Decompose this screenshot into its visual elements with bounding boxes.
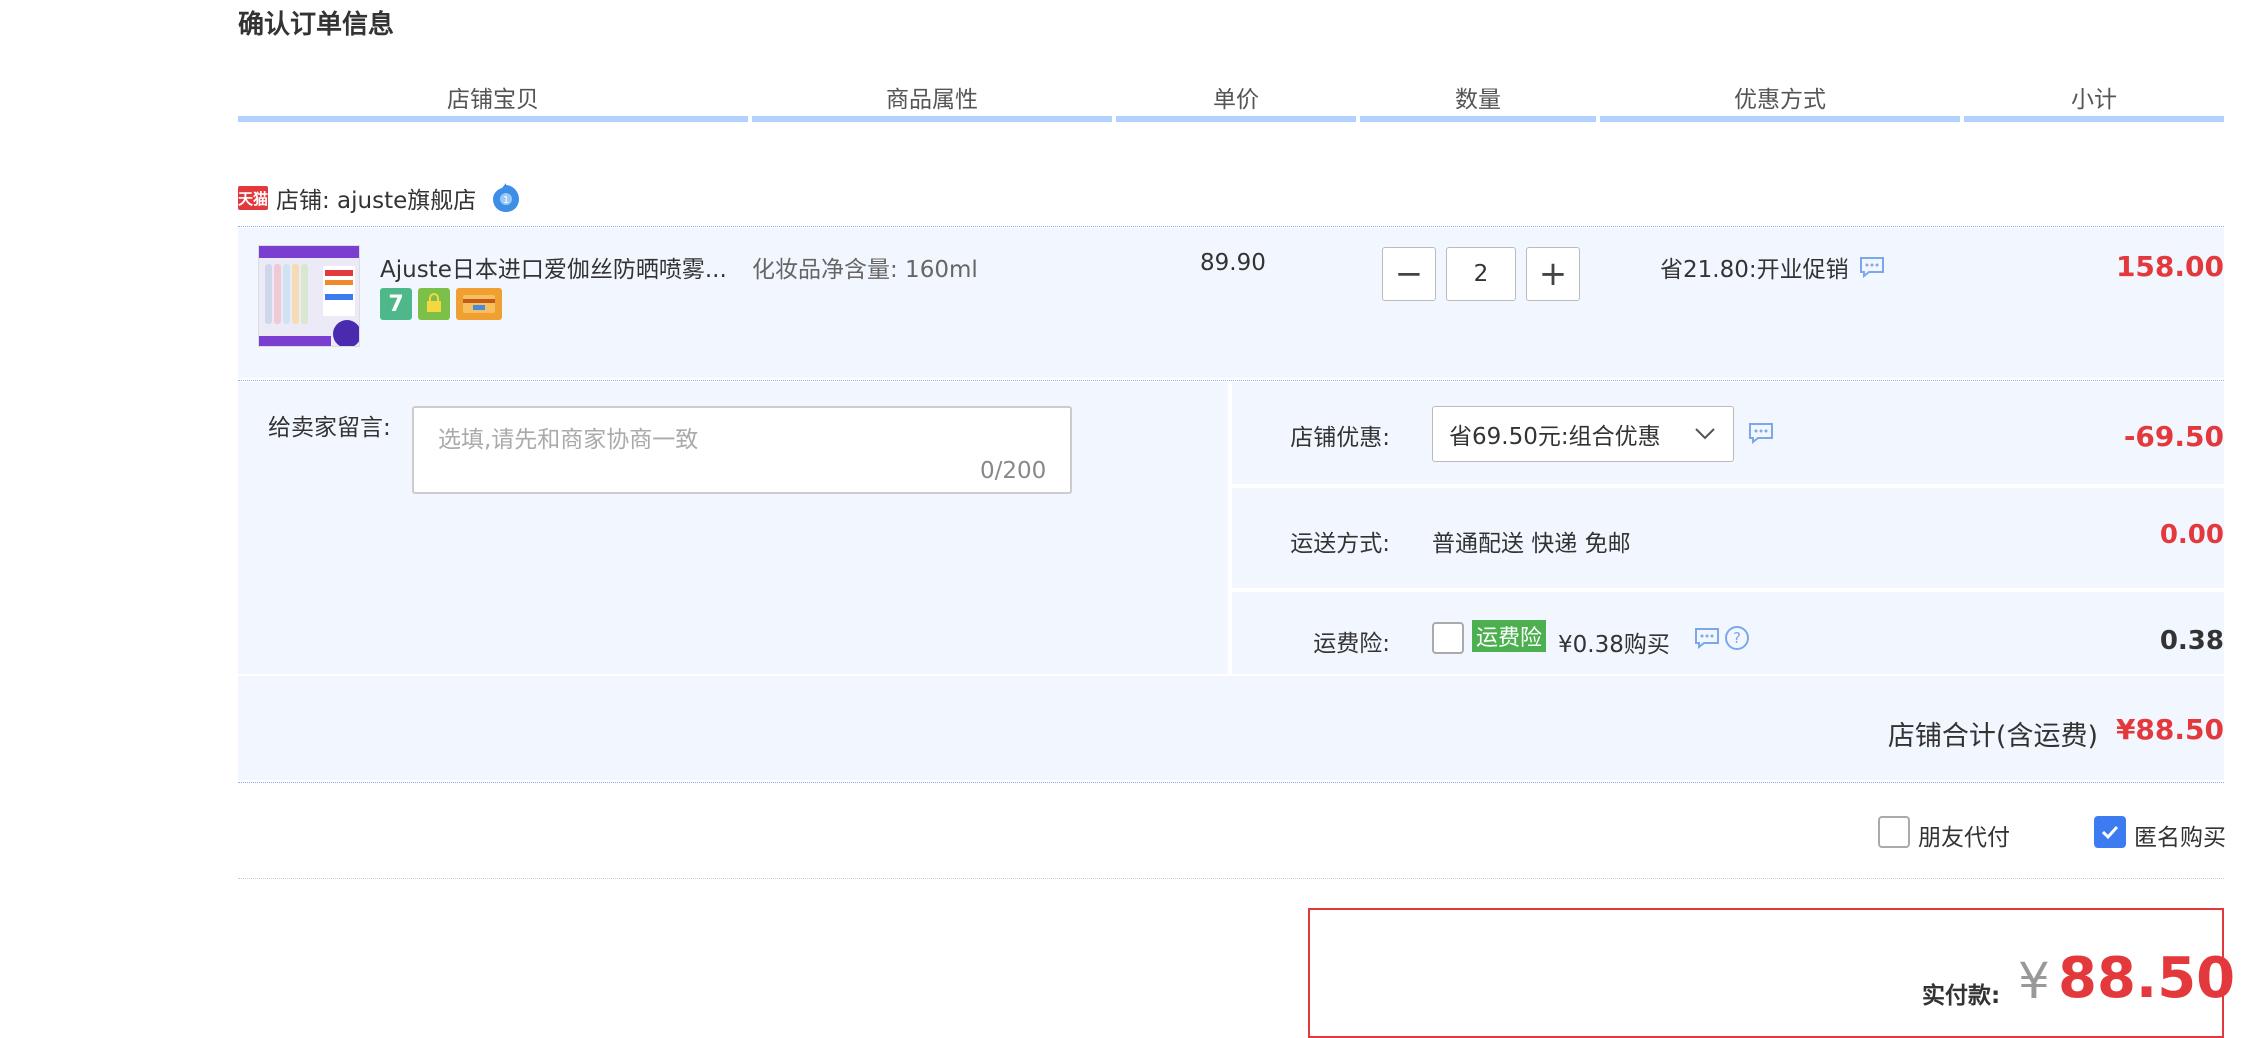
message-icon[interactable]	[1748, 422, 1774, 444]
shop-discount-select[interactable]: 省69.50元:组合优惠	[1432, 406, 1734, 462]
shop-total-amount: ¥88.50	[2115, 713, 2224, 746]
chevron-down-icon	[1695, 428, 1715, 440]
seven-day-return-icon: 7	[380, 288, 412, 320]
header-underline	[238, 116, 748, 122]
check-icon	[2101, 825, 2119, 840]
tmall-icon: 天猫	[238, 186, 268, 210]
quantity-input[interactable]: 2	[1446, 247, 1516, 301]
shop-header: 天猫 店铺: ajuste旗舰店 1	[238, 178, 522, 218]
header-underline	[1600, 116, 1960, 122]
item-subtotal: 158.00	[2115, 250, 2224, 283]
divider	[238, 380, 2224, 381]
friend-pay-label[interactable]: 朋友代付	[1918, 818, 2010, 852]
quantity-increase-button[interactable]: +	[1526, 247, 1580, 301]
currency-symbol: ¥	[2018, 952, 2050, 1010]
column-header-shop-item: 店铺宝贝	[447, 87, 539, 113]
seller-message-placeholder: 选填,请先和商家协商一致	[438, 427, 699, 453]
message-icon[interactable]	[1859, 256, 1885, 278]
column-header-unit-price: 单价	[1213, 87, 1259, 113]
svg-text:?: ?	[1733, 629, 1741, 647]
header-underline	[1116, 116, 1356, 122]
insurance-label: 运费险:	[1313, 631, 1390, 657]
product-thumbnail[interactable]	[258, 245, 360, 347]
quantity-decrease-button[interactable]: −	[1382, 247, 1436, 301]
product-name-link[interactable]: Ajuste日本进口爱伽丝防晒喷雾...	[380, 250, 727, 284]
shopping-bag-icon	[418, 288, 450, 320]
wangwang-icon[interactable]: 1	[490, 182, 522, 214]
divider	[238, 226, 2224, 227]
shop-total-label: 店铺合计(含运费)	[1887, 721, 2098, 752]
insurance-checkbox[interactable]	[1432, 622, 1464, 654]
divider	[238, 782, 2224, 783]
svg-text:1: 1	[503, 195, 509, 206]
shop-name-link[interactable]: 店铺: ajuste旗舰店	[276, 181, 476, 215]
insurance-price: ¥0.38购买	[1558, 632, 1670, 658]
column-header-discount: 优惠方式	[1734, 87, 1826, 113]
shipping-amount: 0.00	[2159, 520, 2224, 550]
seller-message-counter: 0/200	[980, 458, 1047, 484]
service-badges: 7	[380, 288, 502, 320]
shop-discount-amount: -69.50	[2123, 420, 2224, 453]
credit-card-icon	[456, 288, 502, 320]
product-attribute: 化妆品净含量: 160ml	[752, 257, 978, 283]
anonymous-label[interactable]: 匿名购买	[2134, 818, 2226, 852]
final-amount: 88.50	[2058, 946, 2236, 1011]
page-title: 确认订单信息	[238, 10, 395, 40]
message-icon[interactable]	[1694, 627, 1720, 649]
header-underline	[1964, 116, 2224, 122]
final-label: 实付款:	[1922, 983, 2001, 1009]
column-header-attribute: 商品属性	[886, 87, 978, 113]
promotion-text: 省21.80:开业促销	[1660, 257, 1849, 283]
insurance-amount: 0.38	[2159, 626, 2224, 656]
header-underline	[752, 116, 1112, 122]
item-promotion: 省21.80:开业促销	[1660, 250, 1885, 284]
column-header-subtotal: 小计	[2071, 87, 2117, 113]
shipping-label: 运送方式:	[1290, 531, 1390, 557]
friend-pay-checkbox[interactable]	[1878, 816, 1910, 848]
column-header-quantity: 数量	[1455, 87, 1501, 113]
shop-discount-selected: 省69.50元:组合优惠	[1449, 424, 1661, 450]
anonymous-checkbox[interactable]	[2094, 816, 2126, 848]
divider	[238, 878, 2224, 879]
header-underline	[1360, 116, 1596, 122]
seller-message-label: 给卖家留言:	[268, 415, 391, 441]
shipping-method: 普通配送 快递 免邮	[1432, 531, 1631, 557]
help-icon[interactable]: ?	[1724, 625, 1750, 651]
unit-price: 89.90	[1200, 250, 1266, 276]
insurance-tag: 运费险	[1472, 620, 1547, 652]
quantity-stepper: − 2 +	[1382, 247, 1580, 301]
shop-discount-label: 店铺优惠:	[1290, 425, 1390, 451]
